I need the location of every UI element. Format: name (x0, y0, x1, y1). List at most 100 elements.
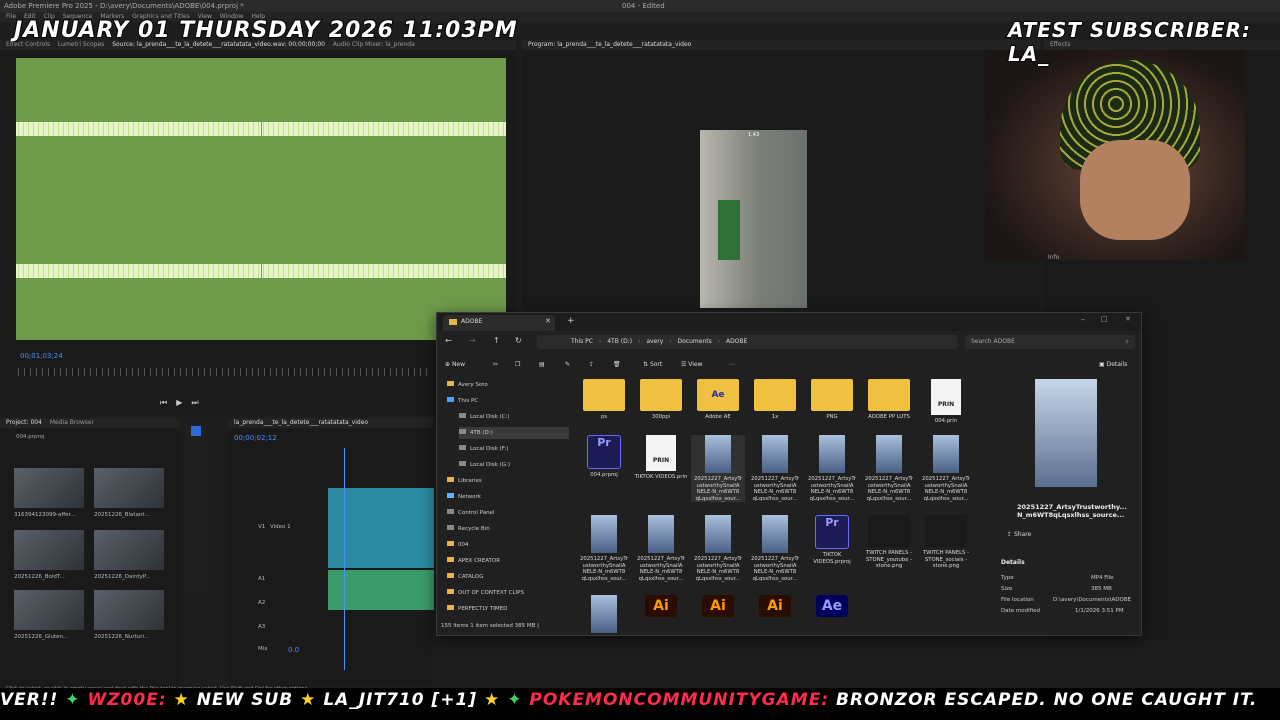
step-forward-icon[interactable]: ⏭ (191, 398, 207, 407)
details-button[interactable]: ▣ Details (1099, 357, 1127, 373)
mix-value[interactable]: 0.0 (288, 646, 299, 654)
file-item[interactable]: PNG (805, 379, 859, 421)
breadcrumb-adobe[interactable]: ADOBE (726, 338, 747, 345)
new-button[interactable]: ⊕ New (445, 357, 465, 373)
file-item[interactable]: ADOBE PP LUTS (862, 379, 916, 421)
share-icon[interactable]: ⇪ (589, 357, 594, 373)
breadcrumb-avery[interactable]: avery (646, 338, 663, 345)
tab-timeline[interactable]: la_prenda___te_la_detete___ratatatata_vi… (234, 419, 368, 426)
nav-item-label: Local Disk (C:) (470, 414, 510, 420)
file-item[interactable]: 20251227_ArtsyTr ustworthySnailA NELE-N_… (577, 515, 631, 582)
audio-waveform[interactable] (16, 58, 506, 340)
tab-project[interactable]: Project: 004 (6, 419, 42, 426)
minimize-icon[interactable]: – (1081, 315, 1085, 324)
rename-icon[interactable]: ✎ (565, 357, 570, 373)
breadcrumb-drive[interactable]: 4TB (D:) (607, 338, 632, 345)
close-tab-icon[interactable]: ✕ (545, 317, 551, 325)
nav-item[interactable]: Recycle Bin (447, 523, 490, 535)
new-tab-icon[interactable]: + (567, 316, 575, 326)
more-icon[interactable]: ⋯ (729, 357, 735, 373)
file-item[interactable]: 20251227_ArtsyTr ustworthySnailA NELE-N_… (805, 435, 859, 502)
paste-icon[interactable]: ▤ (539, 357, 545, 373)
sort-button[interactable]: ⇅ Sort (643, 357, 662, 373)
nav-item[interactable]: PERFECTLY TIMED (447, 603, 507, 615)
file-item[interactable]: 20251227_ArtsyTr ustworthySnailA NELE-N_… (748, 515, 802, 582)
timeline-timecode[interactable]: 00;00;02;12 (234, 434, 277, 442)
tab-media-browser[interactable]: Media Browser (50, 419, 94, 426)
file-item[interactable]: 20251227_ArtsyTr ustworthySnailA NELE-N_… (919, 435, 973, 502)
project-thumb-1[interactable] (14, 468, 84, 508)
file-item[interactable]: 20251227_ArtsyTr ustworthySnailA NELE-N_… (691, 435, 745, 502)
breadcrumb-this-pc[interactable]: This PC (571, 338, 593, 345)
project-thumb-4[interactable] (94, 530, 164, 570)
folder-icon (447, 589, 454, 594)
nav-item[interactable]: APEX CREATOR (447, 555, 500, 567)
nav-item[interactable]: Local Disk (F:) (459, 443, 508, 455)
app-title-bar: Adobe Premiere Pro 2025 - D:\avery\Docum… (0, 0, 1280, 12)
file-item[interactable]: TWITCH PANELS - STONE_socials - stone.pn… (919, 515, 973, 570)
file-item[interactable]: PRIN TIKTOK VIDEOS.prin (634, 435, 688, 481)
file-item[interactable]: 300ppi (634, 379, 688, 421)
step-back-icon[interactable]: ⏮ (160, 398, 176, 407)
file-item[interactable]: Ae Adobe AE (691, 379, 745, 421)
project-thumb-2[interactable] (94, 468, 164, 508)
file-item[interactable]: TWITCH PANELS - STONE_youtube - stone.pn… (862, 515, 916, 570)
file-item[interactable]: Pr 004.prproj (577, 435, 631, 479)
delete-icon[interactable]: 🗑 (613, 357, 621, 373)
address-bar[interactable]: This PC › 4TB (D:) › avery › Documents ›… (537, 335, 957, 349)
maximize-icon[interactable]: □ (1101, 315, 1108, 323)
selection-tool-icon[interactable] (191, 426, 201, 436)
refresh-icon[interactable]: ↻ (515, 336, 522, 345)
breadcrumb-documents[interactable]: Documents (678, 338, 712, 345)
file-item[interactable]: Ae (805, 595, 859, 620)
nav-item[interactable]: Network (447, 491, 481, 503)
nav-item[interactable]: Local Disk (G:) (459, 459, 510, 471)
search-box[interactable]: Search ADOBE ⌕ (965, 335, 1135, 349)
file-label: 20251227_ArtsyTr ustworthySnailA NELE-N_… (579, 556, 628, 582)
status-bar: 155 items 1 item selected 385 MB | (441, 623, 540, 629)
track-a2[interactable]: A2 (258, 600, 265, 606)
up-icon[interactable]: ↑ (493, 336, 500, 345)
nav-item[interactable]: 4TB (D:) (459, 427, 569, 439)
nav-item[interactable]: OUT OF CONTEXT CLIPS (447, 587, 524, 599)
source-scrubber[interactable] (18, 368, 428, 376)
project-thumb-3[interactable] (14, 530, 84, 570)
view-button[interactable]: ☰ View (681, 357, 703, 373)
nav-item[interactable]: Avery Soto (447, 379, 488, 391)
nav-item[interactable]: This PC (447, 395, 478, 407)
track-a1[interactable]: A1 (258, 576, 265, 582)
nav-item[interactable]: Libraries (447, 475, 482, 487)
file-item[interactable]: Ai (691, 595, 745, 620)
file-item[interactable]: Ai (748, 595, 802, 620)
back-icon[interactable]: ← (445, 336, 452, 345)
nav-item[interactable]: 004 (447, 539, 469, 551)
timeline-playhead[interactable] (344, 448, 345, 670)
copy-icon[interactable]: ❐ (515, 357, 520, 373)
file-item[interactable] (577, 595, 631, 636)
project-thumb-6[interactable] (94, 590, 164, 630)
close-window-icon[interactable]: ✕ (1125, 315, 1131, 323)
source-timecode[interactable]: 00;01;03;24 (20, 352, 63, 360)
program-preview[interactable] (700, 130, 807, 308)
file-item[interactable]: 20251227_ArtsyTr ustworthySnailA NELE-N_… (634, 515, 688, 582)
file-item[interactable]: 1x (748, 379, 802, 421)
tab-program[interactable]: Program: la_prenda___te_la_detete___rata… (528, 41, 691, 48)
file-item[interactable]: ps (577, 379, 631, 421)
file-item[interactable]: Pr TIKTOK VIDEOS.prproj (805, 515, 859, 565)
file-item[interactable]: 20251227_ArtsyTr ustworthySnailA NELE-N_… (748, 435, 802, 502)
details-share-button[interactable]: ⇪ Share (1007, 531, 1031, 538)
file-item[interactable]: 20251227_ArtsyTr ustworthySnailA NELE-N_… (691, 515, 745, 582)
nav-item[interactable]: CATALOG (447, 571, 483, 583)
project-thumb-5[interactable] (14, 590, 84, 630)
track-a3[interactable]: A3 (258, 624, 265, 630)
file-item[interactable]: 20251227_ArtsyTr ustworthySnailA NELE-N_… (862, 435, 916, 502)
nav-item[interactable]: Local Disk (C:) (459, 411, 510, 423)
nav-item[interactable]: Control Panel (447, 507, 494, 519)
forward-icon[interactable]: → (469, 336, 476, 345)
track-v1[interactable]: V1 (258, 524, 265, 530)
play-icon[interactable]: ▶ (176, 398, 191, 407)
cut-icon[interactable]: ✂ (493, 357, 498, 373)
explorer-tab[interactable]: ADOBE ✕ (443, 315, 555, 331)
file-item[interactable]: Ai (634, 595, 688, 620)
file-item[interactable]: PRIN 004.prin (919, 379, 973, 425)
